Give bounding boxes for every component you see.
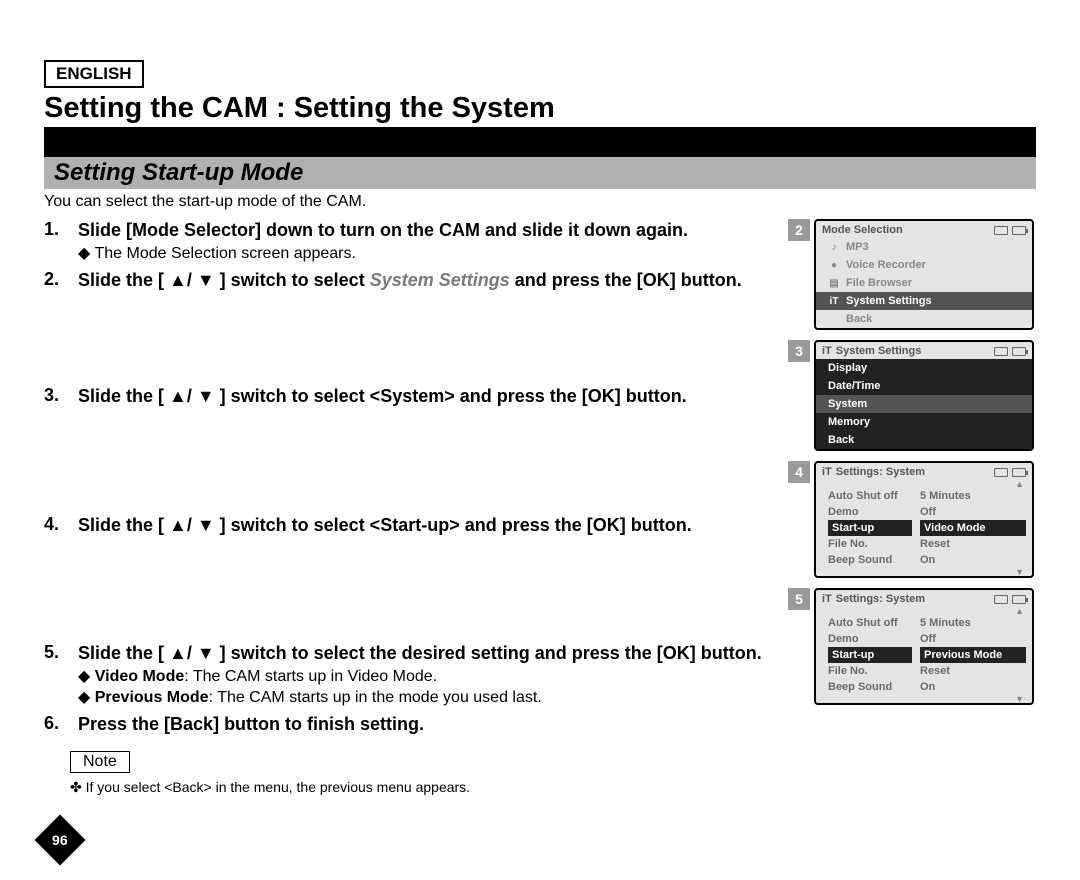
panel-number: 2 bbox=[788, 219, 810, 241]
page-number-badge: 96 bbox=[35, 815, 86, 866]
note-item: If you select <Back> in the menu, the pr… bbox=[70, 779, 776, 796]
panel-title: Settings: System bbox=[836, 466, 925, 478]
step-text: Slide the [ ▲/ ▼ ] switch to select Syst… bbox=[78, 269, 776, 292]
step-text: Slide the [ ▲/ ▼ ] switch to select <Sys… bbox=[78, 385, 776, 408]
language-tag: ENGLISH bbox=[44, 60, 144, 88]
music-icon: ♪ bbox=[828, 241, 840, 253]
card-icon bbox=[994, 347, 1008, 356]
menu-item[interactable]: ♪MP3 bbox=[816, 238, 1032, 256]
menu-item[interactable]: Back bbox=[816, 431, 1032, 449]
screen-settings-system: iT Settings: System ▲ Auto Shut off5 Minu… bbox=[814, 588, 1034, 705]
panel-number: 4 bbox=[788, 461, 810, 483]
setting-row-selected[interactable]: Start-upVideo Mode bbox=[816, 520, 1032, 536]
intro-text: You can select the start-up mode of the … bbox=[44, 193, 1036, 211]
menu-item-selected[interactable]: iTSystem Settings bbox=[816, 292, 1032, 310]
setting-row[interactable]: File No.Reset bbox=[816, 536, 1032, 552]
scroll-down-icon: ▼ bbox=[816, 695, 1032, 703]
setting-row[interactable]: DemoOff bbox=[816, 631, 1032, 647]
steps-column: 1. Slide [Mode Selector] down to turn on… bbox=[44, 219, 776, 796]
card-icon bbox=[994, 595, 1008, 604]
card-icon bbox=[994, 226, 1008, 235]
scroll-up-icon: ▲ bbox=[816, 480, 1032, 488]
step-number: 1. bbox=[44, 219, 66, 263]
note-label: Note bbox=[70, 751, 130, 773]
panel-number: 5 bbox=[788, 588, 810, 610]
menu-item-selected[interactable]: System bbox=[816, 395, 1032, 413]
setting-row[interactable]: Beep SoundOn bbox=[816, 679, 1032, 695]
setting-row-selected[interactable]: Start-upPrevious Mode bbox=[816, 647, 1032, 663]
step-text: Slide [Mode Selector] down to turn on th… bbox=[78, 219, 776, 242]
screen-settings-system: iT Settings: System ▲ Auto Shut off5 Minu… bbox=[814, 461, 1034, 578]
card-icon bbox=[994, 468, 1008, 477]
step-text: Press the [Back] button to finish settin… bbox=[78, 713, 776, 736]
screen-system-settings: iT System Settings Display Date/Time Syst… bbox=[814, 340, 1034, 451]
panel-title: Settings: System bbox=[836, 593, 925, 605]
battery-icon bbox=[1012, 226, 1026, 235]
folder-icon: ▤ bbox=[828, 277, 840, 289]
setting-row[interactable]: Beep SoundOn bbox=[816, 552, 1032, 568]
mic-icon: ● bbox=[828, 259, 840, 271]
step-text: Slide the [ ▲/ ▼ ] switch to select <Sta… bbox=[78, 514, 776, 537]
black-divider bbox=[44, 127, 1036, 157]
step-number: 2. bbox=[44, 269, 66, 292]
panel-title: System Settings bbox=[836, 345, 922, 357]
sub-title: Setting Start-up Mode bbox=[44, 157, 1036, 189]
panel-number: 3 bbox=[788, 340, 810, 362]
step-number: 5. bbox=[44, 642, 66, 707]
menu-item[interactable]: Back bbox=[816, 310, 1032, 328]
step-number: 3. bbox=[44, 385, 66, 408]
step-sub: Previous Mode: The CAM starts up in the … bbox=[78, 687, 776, 707]
battery-icon bbox=[1012, 595, 1026, 604]
scroll-up-icon: ▲ bbox=[816, 607, 1032, 615]
step-sub: The Mode Selection screen appears. bbox=[78, 243, 776, 263]
step-number: 6. bbox=[44, 713, 66, 736]
settings-icon: iT bbox=[828, 295, 840, 307]
settings-icon: iT bbox=[822, 466, 832, 478]
menu-item[interactable]: Display bbox=[816, 359, 1032, 377]
menu-item[interactable]: ●Voice Recorder bbox=[816, 256, 1032, 274]
step-number: 4. bbox=[44, 514, 66, 537]
panel-title: Mode Selection bbox=[822, 224, 903, 236]
screens-column: 2 Mode Selection ♪MP3 ●Voice Recorder ▤F… bbox=[788, 219, 1036, 796]
step-text: Slide the [ ▲/ ▼ ] switch to select the … bbox=[78, 642, 776, 665]
menu-item[interactable]: ▤File Browser bbox=[816, 274, 1032, 292]
menu-item[interactable]: Date/Time bbox=[816, 377, 1032, 395]
setting-row[interactable]: File No.Reset bbox=[816, 663, 1032, 679]
scroll-down-icon: ▼ bbox=[816, 568, 1032, 576]
setting-row[interactable]: Auto Shut off5 Minutes bbox=[816, 488, 1032, 504]
battery-icon bbox=[1012, 347, 1026, 356]
setting-row[interactable]: DemoOff bbox=[816, 504, 1032, 520]
setting-row[interactable]: Auto Shut off5 Minutes bbox=[816, 615, 1032, 631]
settings-icon: iT bbox=[822, 345, 832, 357]
main-title: Setting the CAM : Setting the System bbox=[44, 92, 1036, 125]
step-sub: Video Mode: The CAM starts up in Video M… bbox=[78, 666, 776, 686]
menu-item[interactable]: Memory bbox=[816, 413, 1032, 431]
settings-icon: iT bbox=[822, 593, 832, 605]
screen-mode-selection: Mode Selection ♪MP3 ●Voice Recorder ▤Fil… bbox=[814, 219, 1034, 330]
battery-icon bbox=[1012, 468, 1026, 477]
